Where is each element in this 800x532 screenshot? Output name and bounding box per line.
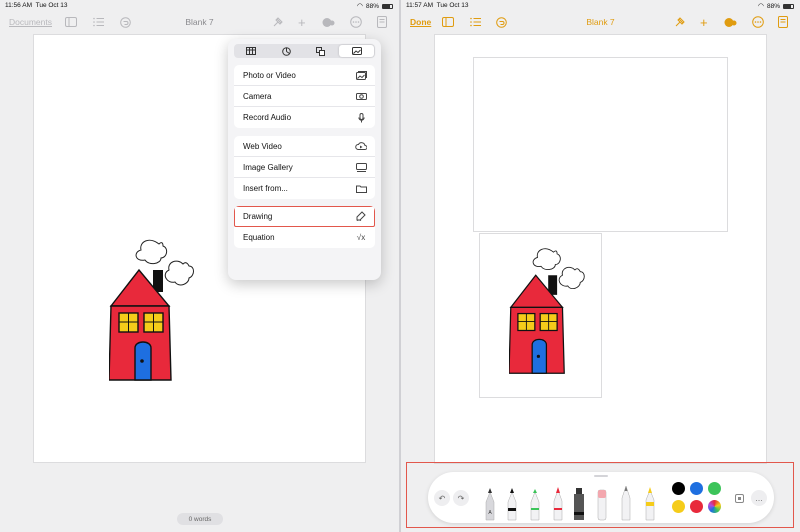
menu-item-record-audio[interactable]: Record Audio: [234, 107, 375, 128]
photo-icon: [355, 70, 367, 80]
pen-black-tool[interactable]: [507, 488, 517, 521]
color-blue[interactable]: [690, 482, 703, 495]
drawing-group: Drawing Equation √x: [234, 206, 375, 248]
status-date: Tue Oct 13: [436, 2, 469, 9]
wifi-icon: ◠: [757, 3, 764, 10]
more-options-icon[interactable]: …: [751, 490, 767, 506]
table-icon[interactable]: [234, 44, 269, 58]
gallery-icon: [355, 162, 367, 172]
fill-tool[interactable]: [574, 488, 584, 520]
color-wheel-icon[interactable]: [708, 500, 721, 513]
shapes-icon[interactable]: [304, 44, 339, 58]
battery-icon: [783, 3, 794, 9]
document-title: Blank 7: [586, 17, 615, 27]
lasso-icon[interactable]: [731, 490, 747, 506]
menu-item-photo-video[interactable]: Photo or Video: [234, 65, 375, 86]
media-icon[interactable]: [339, 45, 374, 57]
menu-item-camera[interactable]: Camera: [234, 86, 375, 107]
status-bar: 11:57 AM Tue Oct 13 ◠ 88%: [401, 0, 800, 10]
more-icon[interactable]: [752, 15, 764, 29]
folder-icon: [355, 184, 367, 194]
document-toolbar: Done Blank 7 +: [401, 11, 800, 33]
drawing-tools: A: [485, 485, 655, 521]
crayon-tool[interactable]: [645, 487, 655, 521]
insert-tabs: [234, 44, 375, 58]
word-count[interactable]: 0 words: [177, 513, 223, 525]
marker-red-tool[interactable]: [553, 487, 563, 521]
undo-icon[interactable]: ↶: [434, 490, 450, 506]
camera-icon: [355, 91, 367, 101]
menu-item-drawing[interactable]: Drawing: [234, 206, 375, 227]
palette-drag-handle[interactable]: [594, 475, 608, 477]
cloud-play-icon: [355, 141, 367, 151]
media-group: Photo or Video Camera Record Audio: [234, 65, 375, 128]
status-time: 11:57 AM: [406, 2, 433, 9]
chart-icon[interactable]: [269, 44, 304, 58]
insert-menu: Photo or Video Camera Record Audio Web V…: [228, 39, 381, 280]
format-brush-icon[interactable]: [272, 15, 284, 29]
battery-percent: 88%: [365, 2, 379, 10]
status-time: 11:56 AM: [5, 2, 32, 9]
collaborate-icon[interactable]: [724, 15, 737, 29]
color-black[interactable]: [672, 482, 685, 495]
web-group: Web Video Image Gallery Insert from...: [234, 136, 375, 199]
menu-item-equation[interactable]: Equation √x: [234, 227, 375, 248]
battery-percent: 88%: [766, 2, 780, 10]
document-title: Blank 7: [185, 17, 214, 27]
right-screen: 11:57 AM Tue Oct 13 ◠ 88% Done Blank 7 +: [401, 0, 800, 532]
document-setup-icon[interactable]: [377, 15, 387, 29]
wifi-icon: ◠: [356, 3, 363, 10]
redo-icon[interactable]: ↷: [453, 490, 469, 506]
marker-green-tool[interactable]: [530, 489, 540, 521]
pen-scribble-icon: [355, 211, 367, 221]
collaborate-icon[interactable]: [322, 15, 335, 29]
house-image[interactable]: [479, 233, 602, 398]
mic-icon: [355, 112, 367, 123]
left-screen: 11:56 AM Tue Oct 13 ◠ 88% Documents Blank…: [0, 0, 399, 532]
sqrt-icon: √x: [356, 233, 366, 242]
document-setup-icon[interactable]: [778, 15, 788, 29]
house-drawing[interactable]: [109, 234, 219, 384]
status-bar: 11:56 AM Tue Oct 13 ◠ 88%: [0, 0, 399, 10]
house-drawing: [509, 248, 585, 374]
pencil-tool[interactable]: [621, 485, 631, 521]
drawing-canvas[interactable]: [473, 57, 728, 232]
color-yellow[interactable]: [672, 500, 685, 513]
menu-item-web-video[interactable]: Web Video: [234, 136, 375, 157]
color-green[interactable]: [708, 482, 721, 495]
menu-item-image-gallery[interactable]: Image Gallery: [234, 157, 375, 178]
eraser-tool[interactable]: [597, 489, 607, 521]
insert-plus-icon[interactable]: +: [700, 15, 708, 30]
insert-plus-icon[interactable]: +: [298, 15, 306, 30]
more-icon[interactable]: [350, 15, 362, 29]
format-brush-icon[interactable]: [674, 15, 686, 29]
pen-tool[interactable]: A: [485, 488, 495, 521]
menu-item-insert-from[interactable]: Insert from...: [234, 178, 375, 199]
battery-icon: [382, 3, 393, 9]
document-toolbar: Documents Blank 7 +: [0, 11, 399, 33]
status-date: Tue Oct 13: [35, 2, 68, 9]
color-red[interactable]: [690, 500, 703, 513]
